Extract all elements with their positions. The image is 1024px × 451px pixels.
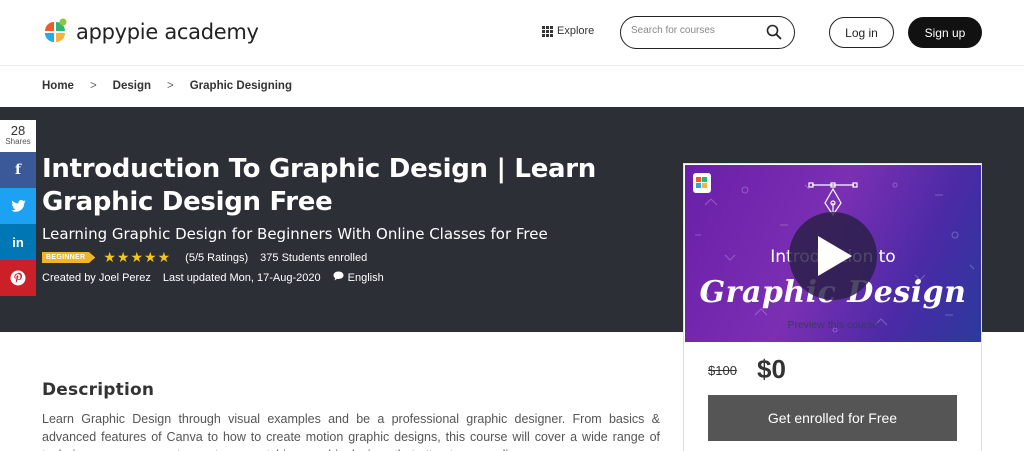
star-icon: ★ — [103, 249, 117, 265]
share-count-number: 28 — [10, 123, 26, 138]
search-input[interactable] — [631, 25, 761, 36]
breadcrumb-separator: > — [167, 80, 174, 92]
pinterest-share-button[interactable] — [0, 260, 36, 296]
play-icon — [818, 236, 852, 276]
preview-label: Preview this course — [787, 319, 879, 331]
grid-icon — [542, 25, 553, 37]
course-preview-video[interactable]: Introduction to Graphic Design Preview t… — [685, 165, 981, 342]
star-icon: ★ — [130, 249, 145, 265]
course-subtitle: Learning Graphic Design for Beginners Wi… — [42, 225, 548, 243]
explore-label: Explore — [557, 25, 595, 37]
language: English — [333, 271, 396, 284]
enroll-button[interactable]: Get enrolled for Free — [708, 395, 957, 441]
appypie-mini-logo — [693, 173, 711, 193]
description-heading: Description — [42, 380, 155, 400]
linkedin-icon: in — [12, 234, 24, 250]
site-logo[interactable]: appypie academy — [42, 17, 259, 47]
twitter-icon — [10, 200, 26, 212]
course-card: Introduction to Graphic Design Preview t… — [683, 163, 982, 451]
description-text: Learn Graphic Design through visual exam… — [42, 412, 660, 451]
course-meta-row: Created by Joel Perez Last updated Mon, … — [42, 271, 408, 284]
facebook-share-button[interactable]: f — [0, 152, 36, 188]
share-count-label: Shares — [5, 137, 31, 146]
current-price: $0 — [757, 354, 786, 384]
breadcrumb-home[interactable]: Home — [42, 80, 74, 92]
star-rating: ★★★★★ — [103, 249, 171, 266]
appypie-logo-icon — [45, 18, 67, 42]
ratings-text: (5/5 Ratings) — [185, 251, 249, 264]
star-icon: ★ — [116, 249, 131, 265]
breadcrumb-separator: > — [89, 80, 97, 92]
site-header: appypie academy Explore Log in Sign up — [0, 0, 1024, 66]
login-button[interactable]: Log in — [829, 17, 894, 48]
star-icon: ★ — [144, 249, 158, 265]
pinterest-icon — [10, 270, 26, 286]
linkedin-share-button[interactable]: in — [0, 224, 36, 260]
language-label: English — [347, 272, 384, 284]
star-icon: ★ — [157, 249, 172, 265]
level-badge: BEGINNER — [42, 252, 96, 263]
search-box — [620, 16, 795, 49]
last-updated: Last updated Mon, 17-Aug-2020 — [162, 271, 321, 284]
share-sidebar: 28 Shares f in — [0, 120, 36, 296]
appypie-logo-icon — [696, 177, 707, 188]
facebook-icon: f — [14, 162, 22, 178]
twitter-share-button[interactable] — [0, 188, 36, 224]
created-by: Created by Joel Perez — [42, 271, 151, 284]
course-title: Introduction To Graphic Design | Learn G… — [42, 154, 596, 217]
original-price: $100 — [708, 363, 737, 378]
explore-menu[interactable]: Explore — [542, 25, 594, 37]
breadcrumb-design[interactable]: Design — [113, 80, 151, 92]
students-enrolled: 375 Students enrolled — [260, 251, 368, 264]
speech-bubble-icon — [333, 271, 344, 281]
breadcrumb: Home > Design > Graphic Designing — [42, 80, 292, 92]
logo-text: appypie academy — [76, 20, 259, 44]
search-icon[interactable] — [766, 24, 782, 40]
share-count: 28 Shares — [0, 120, 36, 152]
course-rating-row: BEGINNER ★★★★★ (5/5 Ratings) 375 Student… — [42, 249, 367, 266]
breadcrumb-graphic-designing[interactable]: Graphic Designing — [190, 80, 292, 92]
signup-button[interactable]: Sign up — [908, 17, 982, 48]
